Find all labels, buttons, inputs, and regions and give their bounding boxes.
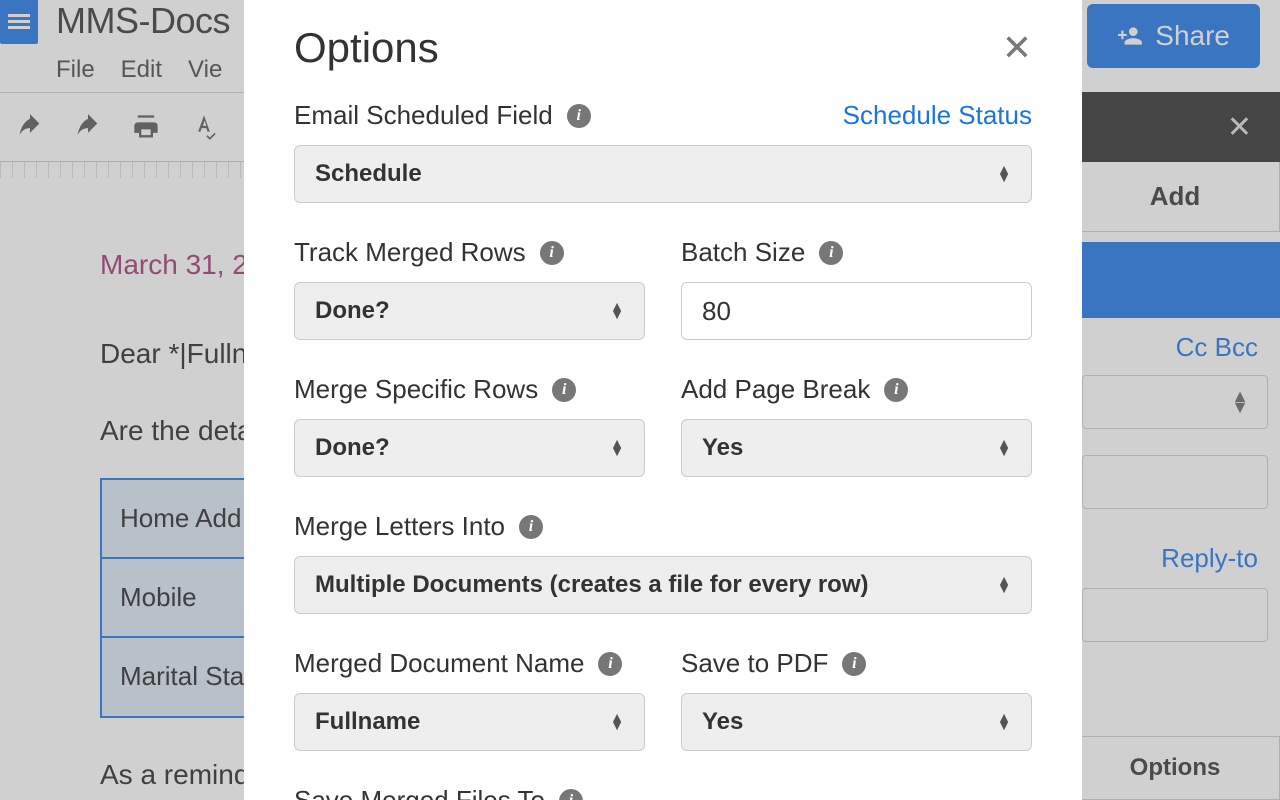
- merged-name-label: Merged Document Name: [294, 648, 584, 679]
- merge-specific-select[interactable]: Done? ▲▼: [294, 419, 645, 477]
- chevron-updown-icon: ▲▼: [997, 440, 1011, 455]
- chevron-updown-icon: ▲▼: [610, 440, 624, 455]
- modal-header: Options ✕: [294, 24, 1032, 72]
- info-icon[interactable]: i: [519, 515, 543, 539]
- save-files-label: Save Merged Files To: [294, 785, 545, 800]
- schedule-select[interactable]: Schedule ▲▼: [294, 145, 1032, 203]
- page-break-label: Add Page Break: [681, 374, 870, 405]
- save-pdf-select[interactable]: Yes ▲▼: [681, 693, 1032, 751]
- save-pdf-value: Yes: [702, 708, 743, 736]
- page-break-value: Yes: [702, 434, 743, 462]
- schedule-status-link[interactable]: Schedule Status: [843, 100, 1032, 131]
- info-icon[interactable]: i: [884, 378, 908, 402]
- merge-into-select[interactable]: Multiple Documents (creates a file for e…: [294, 556, 1032, 614]
- info-icon[interactable]: i: [540, 241, 564, 265]
- info-icon[interactable]: i: [559, 789, 583, 800]
- merge-into-label: Merge Letters Into: [294, 511, 505, 542]
- chevron-updown-icon: ▲▼: [997, 714, 1011, 729]
- close-icon[interactable]: ✕: [1002, 27, 1032, 69]
- merge-specific-label: Merge Specific Rows: [294, 374, 538, 405]
- merge-specific-value: Done?: [315, 434, 390, 462]
- info-icon[interactable]: i: [598, 652, 622, 676]
- batch-size-label: Batch Size: [681, 237, 805, 268]
- info-icon[interactable]: i: [552, 378, 576, 402]
- track-merged-label: Track Merged Rows: [294, 237, 526, 268]
- chevron-updown-icon: ▲▼: [997, 577, 1011, 592]
- schedule-value: Schedule: [315, 160, 422, 188]
- merged-name-select[interactable]: Fullname ▲▼: [294, 693, 645, 751]
- track-merged-select[interactable]: Done? ▲▼: [294, 282, 645, 340]
- info-icon[interactable]: i: [819, 241, 843, 265]
- save-pdf-label: Save to PDF: [681, 648, 828, 679]
- options-modal: Options ✕ Email Scheduled Field i Schedu…: [244, 0, 1082, 800]
- chevron-updown-icon: ▲▼: [997, 166, 1011, 181]
- batch-size-input[interactable]: [681, 282, 1032, 340]
- email-scheduled-label: Email Scheduled Field: [294, 100, 553, 131]
- page-break-select[interactable]: Yes ▲▼: [681, 419, 1032, 477]
- chevron-updown-icon: ▲▼: [610, 714, 624, 729]
- modal-title: Options: [294, 24, 439, 72]
- info-icon[interactable]: i: [842, 652, 866, 676]
- merge-into-value: Multiple Documents (creates a file for e…: [315, 571, 869, 599]
- chevron-updown-icon: ▲▼: [610, 303, 624, 318]
- track-merged-value: Done?: [315, 297, 390, 325]
- merged-name-value: Fullname: [315, 708, 420, 736]
- info-icon[interactable]: i: [567, 104, 591, 128]
